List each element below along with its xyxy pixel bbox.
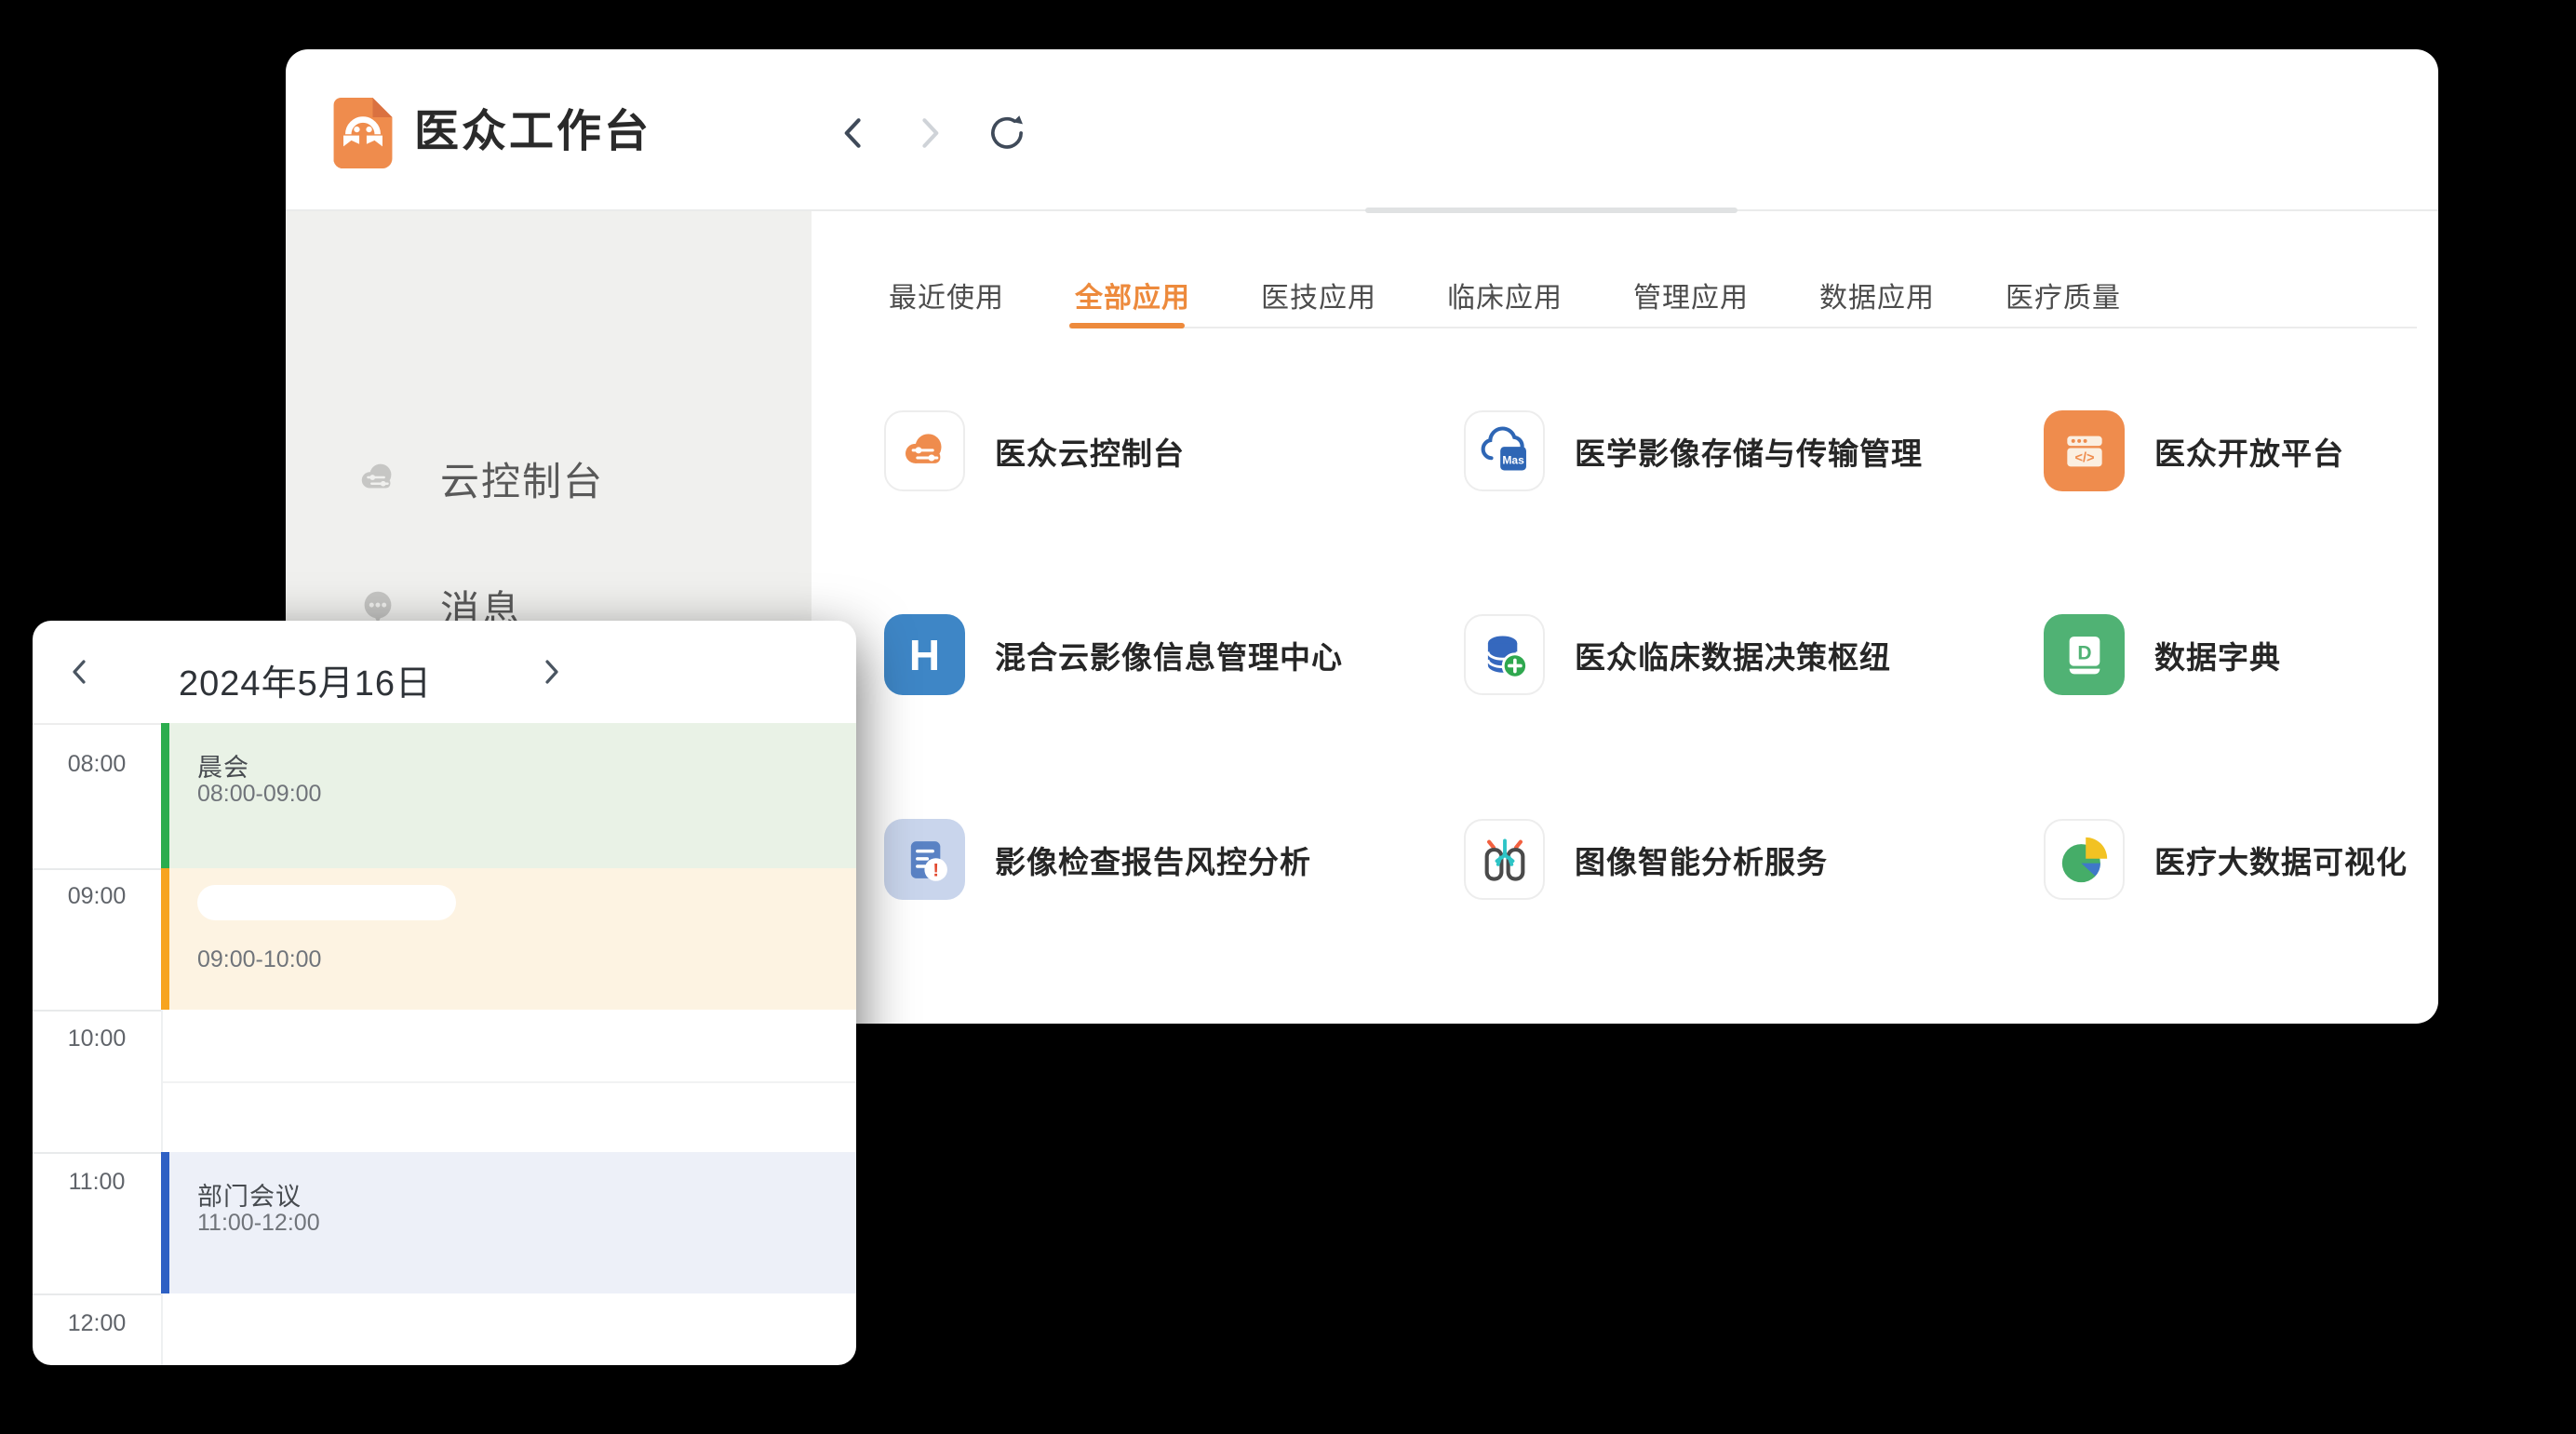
- tab-recent[interactable]: 最近使用: [889, 273, 1004, 325]
- app-big-data-visualization[interactable]: 医疗大数据可视化: [2044, 819, 2408, 900]
- hour-gridline: [33, 1293, 161, 1295]
- event-title-placeholder: [197, 885, 456, 920]
- hour-gridline: [33, 1152, 161, 1154]
- app-hybrid-cloud-center[interactable]: H 混合云影像信息管理中心: [884, 614, 1343, 695]
- app-data-dictionary[interactable]: D 数据字典: [2044, 614, 2281, 695]
- svg-text:</>: </>: [2074, 450, 2094, 465]
- tab-data-apps[interactable]: 数据应用: [1819, 273, 1935, 325]
- hour-gridline: [33, 1010, 161, 1012]
- event-department-meeting[interactable]: 部门会议 11:00-12:00: [161, 1152, 856, 1293]
- chevron-left-icon: [63, 655, 97, 689]
- event-time: 08:00-09:00: [197, 781, 321, 808]
- report-risk-icon: !: [884, 819, 965, 900]
- hour-label: 10:00: [33, 1025, 161, 1052]
- app-label: 混合云影像信息管理中心: [995, 633, 1343, 677]
- app-label: 图像智能分析服务: [1575, 838, 1828, 882]
- half-hour-gridline: [163, 1081, 856, 1083]
- clinical-data-hub-icon: [1464, 614, 1545, 695]
- calendar-prev-day-button[interactable]: [60, 652, 100, 691]
- scrollbar-thumb[interactable]: [1365, 208, 1737, 213]
- window-title: 医众工作台: [414, 105, 651, 159]
- event-time: 11:00-12:00: [197, 1210, 320, 1237]
- page-background: 医众工作台: [0, 0, 2576, 1434]
- active-tab-underline: [1069, 323, 1185, 328]
- app-logo-owl-document-icon: [333, 98, 393, 168]
- nav-refresh-button[interactable]: [986, 112, 1028, 154]
- app-label: 影像检查报告风控分析: [995, 838, 1311, 882]
- hour-gridline: [33, 868, 161, 870]
- calendar-next-day-button[interactable]: [531, 652, 570, 691]
- imaging-storage-icon: Mas: [1464, 410, 1545, 491]
- app-label: 医学影像存储与传输管理: [1575, 429, 1923, 474]
- app-open-platform[interactable]: </> 医众开放平台: [2044, 410, 2344, 491]
- cloud-console-icon: [884, 410, 965, 491]
- app-label: 数据字典: [2154, 633, 2281, 677]
- app-label: 医众云控制台: [995, 429, 1185, 474]
- hour-label: 09:00: [33, 883, 161, 910]
- chevron-right-icon: [534, 655, 568, 689]
- app-image-ai-analysis[interactable]: 图像智能分析服务: [1464, 819, 1828, 900]
- event-time: 09:00-10:00: [197, 946, 321, 973]
- tab-quality[interactable]: 医疗质量: [2006, 273, 2121, 325]
- calendar-popup: 2024年5月16日 08:00 09:00 10:00 11:00 12:00…: [33, 621, 856, 1365]
- svg-text:Mas: Mas: [1502, 453, 1524, 466]
- svg-text:!: !: [932, 860, 939, 880]
- tab-medtech-apps[interactable]: 医技应用: [1261, 273, 1376, 325]
- sidebar-item-label: 云控制台: [440, 450, 604, 507]
- lungs-ai-icon: [1464, 819, 1545, 900]
- nav-back-button[interactable]: [833, 112, 876, 154]
- hybrid-cloud-icon: H: [884, 614, 965, 695]
- tab-all-apps[interactable]: 全部应用: [1075, 273, 1190, 325]
- pie-chart-icon: [2044, 819, 2125, 900]
- app-label: 医众临床数据决策枢纽: [1575, 633, 1891, 677]
- cloud-settings-icon: [356, 457, 399, 500]
- open-platform-icon: </>: [2044, 410, 2125, 491]
- app-cloud-console[interactable]: 医众云控制台: [884, 410, 1185, 491]
- hour-label: 11:00: [33, 1169, 161, 1196]
- app-label: 医众开放平台: [2154, 429, 2344, 474]
- event-title: 晨会: [197, 747, 249, 784]
- tab-clinical-apps[interactable]: 临床应用: [1447, 273, 1563, 325]
- event-title: 部门会议: [197, 1176, 302, 1213]
- event-untitled[interactable]: 09:00-10:00: [161, 868, 856, 1010]
- app-label: 医疗大数据可视化: [2154, 838, 2408, 882]
- tabs-divider: [1069, 327, 2417, 328]
- app-clinical-data-hub[interactable]: 医众临床数据决策枢纽: [1464, 614, 1891, 695]
- nav-forward-button[interactable]: [907, 112, 950, 154]
- app-category-tabs: 最近使用 全部应用 医技应用 临床应用 管理应用 数据应用 医疗质量: [889, 273, 2121, 325]
- chevron-left-icon: [834, 113, 875, 154]
- app-imaging-storage[interactable]: Mas 医学影像存储与传输管理: [1464, 410, 1923, 491]
- svg-text:D: D: [2077, 642, 2091, 663]
- hour-label: 12:00: [33, 1310, 161, 1337]
- calendar-date-title: 2024年5月16日: [142, 654, 468, 705]
- event-morning-meeting[interactable]: 晨会 08:00-09:00: [161, 723, 856, 868]
- refresh-icon: [986, 113, 1027, 154]
- data-dictionary-icon: D: [2044, 614, 2125, 695]
- hour-label: 08:00: [33, 751, 161, 778]
- app-report-risk-analysis[interactable]: ! 影像检查报告风控分析: [884, 819, 1311, 900]
- tab-management-apps[interactable]: 管理应用: [1633, 273, 1749, 325]
- chevron-right-icon: [908, 113, 949, 154]
- sidebar-item-cloud-console[interactable]: 云控制台: [286, 449, 812, 508]
